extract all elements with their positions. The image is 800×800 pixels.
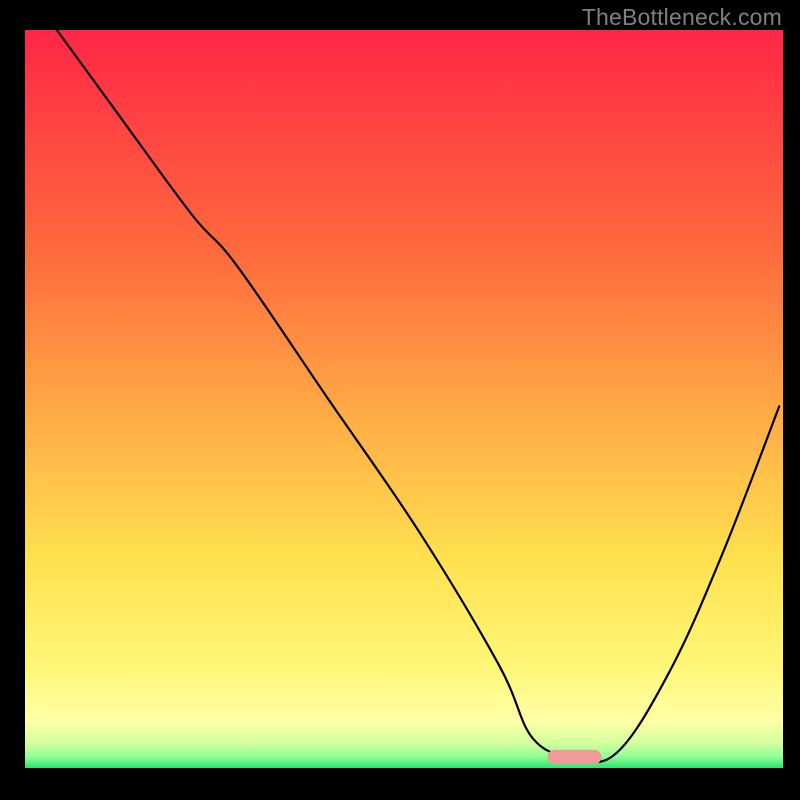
optimal-marker [548, 750, 602, 764]
watermark: TheBottleneck.com [582, 4, 782, 31]
chart-frame: { "watermark": "TheBottleneck.com", "cha… [0, 0, 800, 800]
chart-svg [0, 0, 800, 800]
